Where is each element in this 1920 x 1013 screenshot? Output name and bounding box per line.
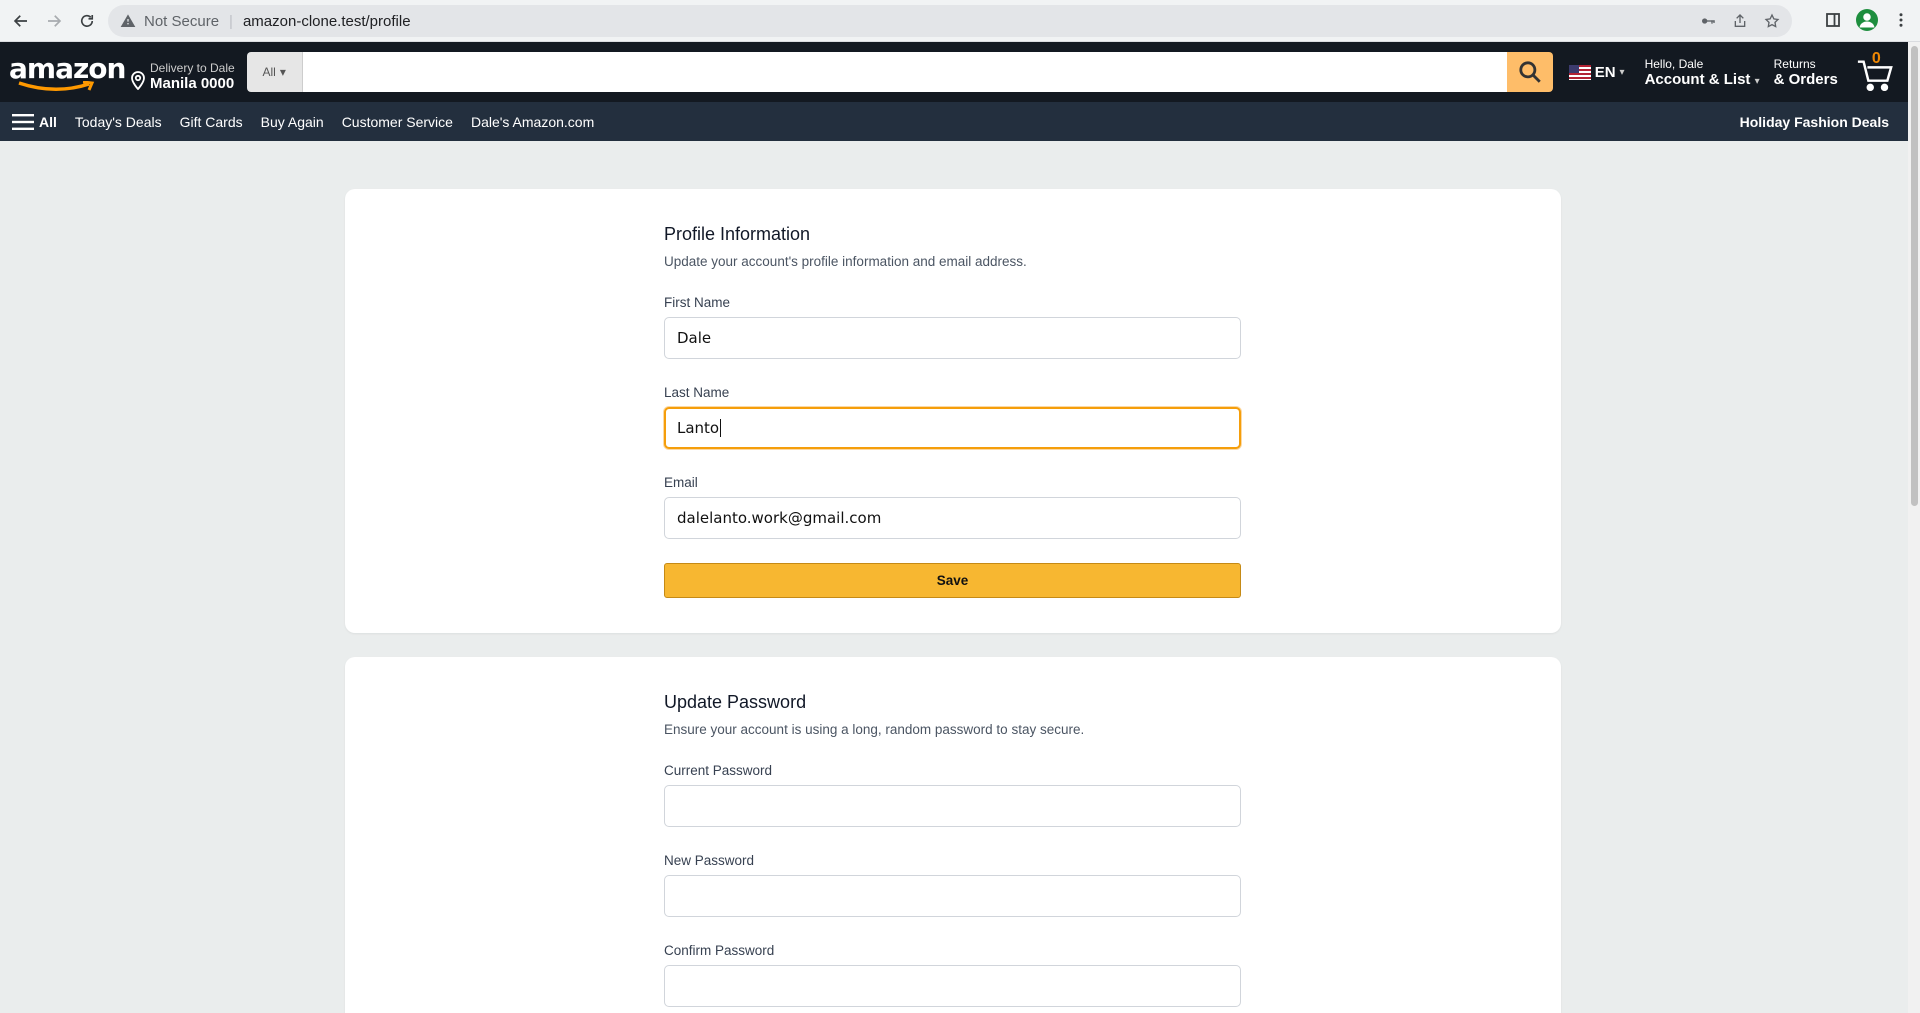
search-department-dropdown[interactable]: All ▾ [246,52,303,92]
new-password-label: New Password [664,853,755,868]
language-label: EN [1594,63,1616,81]
first-name-label: First Name [664,295,731,310]
search-input[interactable] [302,52,1507,92]
profile-information-card: Profile Information Update your account'… [345,189,1561,633]
password-section-title: Update Password [664,692,807,712]
current-password-field[interactable] [664,785,1241,827]
amazon-logo[interactable]: amazon [9,52,126,92]
search-department-label: All [262,65,276,79]
current-password-label: Current Password [664,763,773,778]
email-label: Email [664,475,698,490]
last-name-value: Lanto [677,419,720,437]
separator: | [229,12,233,30]
sidebar-icon[interactable] [1824,11,1842,29]
search-bar: All ▾ [246,52,1553,92]
first-name-field[interactable]: Dale [664,317,1241,359]
hamburger-icon [12,113,34,130]
save-button[interactable]: Save [664,563,1241,598]
reload-icon[interactable] [75,9,99,33]
cart-button[interactable]: 0 [1856,50,1896,92]
nav-customer-service[interactable]: Customer Service [333,114,462,130]
email-value: dalelanto.work@gmail.com [677,509,882,527]
all-menu-button[interactable]: All [3,113,66,130]
address-bar[interactable]: Not Secure | amazon-clone.test/profile [108,5,1792,37]
security-label[interactable]: Not Secure [144,13,219,30]
confirm-password-label: Confirm Password [664,943,775,958]
nav-buy-again[interactable]: Buy Again [252,114,333,130]
account-greeting: Hello, Dale [1644,56,1704,71]
profile-form: Profile Information Update your account'… [664,224,1241,598]
new-password-field[interactable] [664,875,1241,917]
logo-smile-icon [18,81,95,91]
email-field[interactable]: dalelanto.work@gmail.com [664,497,1241,539]
nav-gift-cards[interactable]: Gift Cards [171,114,252,130]
all-menu-label: All [39,113,57,130]
update-password-card: Update Password Ensure your account is u… [345,657,1561,1013]
confirm-password-field[interactable] [664,965,1241,1007]
url-text[interactable]: amazon-clone.test/profile [243,13,411,30]
account-menu[interactable]: Hello, Dale Account & List ▾ [1645,57,1760,88]
browser-actions [1824,9,1910,31]
orders-label: & Orders [1773,70,1838,88]
menu-dots-icon[interactable] [1892,11,1910,29]
password-section-description: Ensure your account is using a long, ran… [664,722,1085,737]
sub-navigation: All Today's Deals Gift Cards Buy Again C… [0,102,1908,141]
nav-holiday-deals[interactable]: Holiday Fashion Deals [1731,114,1898,130]
delivery-label: Delivery to Dale [150,61,235,75]
caret-down-icon: ▾ [279,65,286,79]
search-button[interactable] [1506,52,1553,92]
nav-todays-deals[interactable]: Today's Deals [66,114,171,130]
language-selector[interactable]: EN ▾ [1568,63,1625,81]
share-icon[interactable] [1732,13,1748,29]
us-flag-icon [1568,64,1591,80]
last-name-label: Last Name [664,385,730,400]
back-icon[interactable] [9,9,33,33]
returns-label: Returns [1773,56,1816,71]
cart-icon [1857,60,1893,92]
profile-avatar-icon[interactable] [1856,9,1878,31]
browser-toolbar: Not Secure | amazon-clone.test/profile [0,0,1920,42]
profile-section-title: Profile Information [664,224,811,244]
caret-down-icon: ▾ [1754,75,1760,87]
delivery-location[interactable]: Delivery to Dale Manila 0000 [130,52,235,92]
delivery-address: Manila 0000 [150,75,235,92]
warning-icon [120,14,136,27]
text-caret [720,419,722,437]
location-pin-icon [131,71,145,90]
first-name-value: Dale [677,329,712,347]
last-name-field[interactable]: Lanto [664,407,1241,449]
password-form: Update Password Ensure your account is u… [664,692,1241,1007]
profile-section-description: Update your account's profile informatio… [664,254,1027,269]
account-label: Account & List ▾ [1644,70,1760,88]
nav-dales-amazon[interactable]: Dale's Amazon.com [462,114,603,130]
forward-icon[interactable] [42,9,66,33]
returns-orders-link[interactable]: Returns & Orders [1774,57,1838,88]
scrollbar-thumb[interactable] [1911,46,1918,506]
caret-down-icon: ▾ [1619,66,1625,78]
page-scrollbar[interactable] [1908,42,1920,1013]
key-icon[interactable] [1700,13,1716,29]
search-icon [1519,61,1541,83]
omnibox-actions [1700,13,1780,29]
site-header: amazon Delivery to Dale Manila 0000 All … [0,42,1908,102]
star-icon[interactable] [1764,13,1780,29]
